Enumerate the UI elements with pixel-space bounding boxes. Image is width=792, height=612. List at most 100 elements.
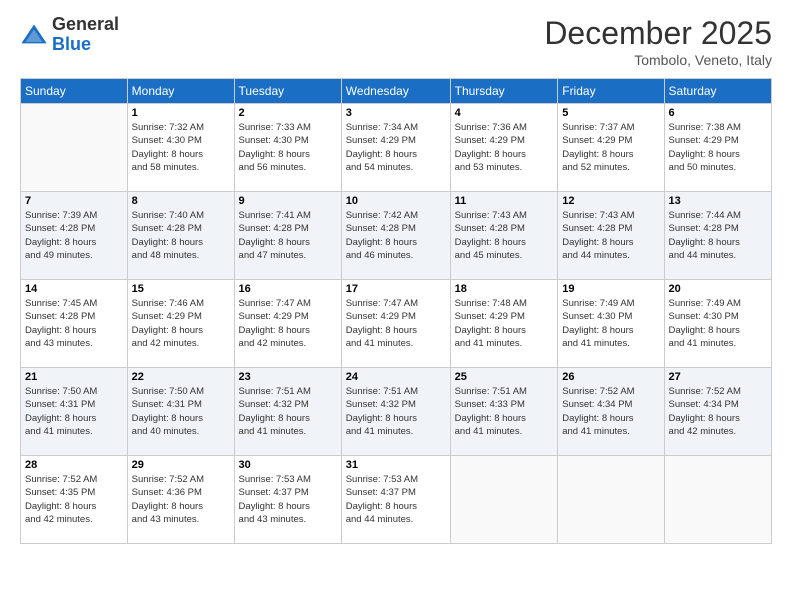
- day-number: 27: [669, 371, 767, 383]
- day-info: Sunrise: 7:51 AMSunset: 4:33 PMDaylight:…: [455, 385, 554, 438]
- calendar-cell: 10 Sunrise: 7:42 AMSunset: 4:28 PMDayligh…: [341, 192, 450, 280]
- day-info: Sunrise: 7:49 AMSunset: 4:30 PMDaylight:…: [669, 297, 767, 350]
- day-info: Sunrise: 7:48 AMSunset: 4:29 PMDaylight:…: [455, 297, 554, 350]
- day-number: 28: [25, 459, 123, 471]
- header: General Blue December 2025 Tombolo, Vene…: [20, 15, 772, 68]
- day-info: Sunrise: 7:41 AMSunset: 4:28 PMDaylight:…: [239, 209, 337, 262]
- calendar-week-4: 21 Sunrise: 7:50 AMSunset: 4:31 PMDayligh…: [21, 368, 772, 456]
- weekday-header-friday: Friday: [558, 79, 664, 104]
- day-info: Sunrise: 7:43 AMSunset: 4:28 PMDaylight:…: [455, 209, 554, 262]
- day-number: 12: [562, 195, 659, 207]
- calendar-cell: 13 Sunrise: 7:44 AMSunset: 4:28 PMDayligh…: [664, 192, 771, 280]
- location: Tombolo, Veneto, Italy: [544, 52, 772, 68]
- day-info: Sunrise: 7:46 AMSunset: 4:29 PMDaylight:…: [132, 297, 230, 350]
- day-number: 7: [25, 195, 123, 207]
- calendar-cell: 9 Sunrise: 7:41 AMSunset: 4:28 PMDaylight…: [234, 192, 341, 280]
- month-title: December 2025: [544, 15, 772, 52]
- calendar-cell: 22Sunrise: 7:50 AMSunset: 4:31 PMDayligh…: [127, 368, 234, 456]
- calendar-cell: 30Sunrise: 7:53 AMSunset: 4:37 PMDayligh…: [234, 456, 341, 544]
- day-info: Sunrise: 7:53 AMSunset: 4:37 PMDaylight:…: [346, 473, 446, 526]
- day-number: 2: [239, 107, 337, 119]
- day-info: Sunrise: 7:42 AMSunset: 4:28 PMDaylight:…: [346, 209, 446, 262]
- calendar-cell: 23 Sunrise: 7:51 AMSunset: 4:32 PMDayligh…: [234, 368, 341, 456]
- calendar-cell: 27 Sunrise: 7:52 AMSunset: 4:34 PMDayligh…: [664, 368, 771, 456]
- day-info: Sunrise: 7:52 AMSunset: 4:35 PMDaylight:…: [25, 473, 123, 526]
- day-number: 16: [239, 283, 337, 295]
- logo-icon: [20, 21, 48, 49]
- calendar-week-3: 14Sunrise: 7:45 AMSunset: 4:28 PMDayligh…: [21, 280, 772, 368]
- day-info: Sunrise: 7:37 AMSunset: 4:29 PMDaylight:…: [562, 121, 659, 174]
- day-info: Sunrise: 7:49 AMSunset: 4:30 PMDaylight:…: [562, 297, 659, 350]
- day-number: 26: [562, 371, 659, 383]
- day-number: 6: [669, 107, 767, 119]
- day-number: 29: [132, 459, 230, 471]
- calendar-cell: 25Sunrise: 7:51 AMSunset: 4:33 PMDayligh…: [450, 368, 558, 456]
- calendar-cell: [558, 456, 664, 544]
- calendar-week-2: 7 Sunrise: 7:39 AMSunset: 4:28 PMDaylight…: [21, 192, 772, 280]
- day-info: Sunrise: 7:33 AMSunset: 4:30 PMDaylight:…: [239, 121, 337, 174]
- calendar-cell: 26Sunrise: 7:52 AMSunset: 4:34 PMDayligh…: [558, 368, 664, 456]
- calendar-cell: 6Sunrise: 7:38 AMSunset: 4:29 PMDaylight…: [664, 104, 771, 192]
- calendar-cell: [21, 104, 128, 192]
- day-info: Sunrise: 7:47 AMSunset: 4:29 PMDaylight:…: [346, 297, 446, 350]
- day-info: Sunrise: 7:32 AMSunset: 4:30 PMDaylight:…: [132, 121, 230, 174]
- day-info: Sunrise: 7:53 AMSunset: 4:37 PMDaylight:…: [239, 473, 337, 526]
- day-number: 14: [25, 283, 123, 295]
- day-number: 5: [562, 107, 659, 119]
- day-info: Sunrise: 7:36 AMSunset: 4:29 PMDaylight:…: [455, 121, 554, 174]
- day-number: 3: [346, 107, 446, 119]
- day-number: 9: [239, 195, 337, 207]
- calendar-cell: 2 Sunrise: 7:33 AMSunset: 4:30 PMDaylight…: [234, 104, 341, 192]
- day-info: Sunrise: 7:44 AMSunset: 4:28 PMDaylight:…: [669, 209, 767, 262]
- calendar-cell: 20 Sunrise: 7:49 AMSunset: 4:30 PMDayligh…: [664, 280, 771, 368]
- day-number: 8: [132, 195, 230, 207]
- logo: General Blue: [20, 15, 119, 55]
- calendar-week-1: 1Sunrise: 7:32 AMSunset: 4:30 PMDaylight…: [21, 104, 772, 192]
- day-number: 17: [346, 283, 446, 295]
- day-info: Sunrise: 7:50 AMSunset: 4:31 PMDaylight:…: [132, 385, 230, 438]
- day-info: Sunrise: 7:51 AMSunset: 4:32 PMDaylight:…: [239, 385, 337, 438]
- calendar-cell: 7 Sunrise: 7:39 AMSunset: 4:28 PMDaylight…: [21, 192, 128, 280]
- weekday-header-wednesday: Wednesday: [341, 79, 450, 104]
- logo-blue: Blue: [52, 35, 119, 55]
- calendar-cell: 4 Sunrise: 7:36 AMSunset: 4:29 PMDaylight…: [450, 104, 558, 192]
- day-number: 13: [669, 195, 767, 207]
- calendar-cell: 31 Sunrise: 7:53 AMSunset: 4:37 PMDayligh…: [341, 456, 450, 544]
- day-number: 11: [455, 195, 554, 207]
- weekday-header-tuesday: Tuesday: [234, 79, 341, 104]
- calendar-header: SundayMondayTuesdayWednesdayThursdayFrid…: [21, 79, 772, 104]
- calendar-cell: 3 Sunrise: 7:34 AMSunset: 4:29 PMDaylight…: [341, 104, 450, 192]
- weekday-header-monday: Monday: [127, 79, 234, 104]
- calendar-table: SundayMondayTuesdayWednesdayThursdayFrid…: [20, 78, 772, 544]
- day-number: 20: [669, 283, 767, 295]
- day-info: Sunrise: 7:34 AMSunset: 4:29 PMDaylight:…: [346, 121, 446, 174]
- day-info: Sunrise: 7:50 AMSunset: 4:31 PMDaylight:…: [25, 385, 123, 438]
- day-info: Sunrise: 7:43 AMSunset: 4:28 PMDaylight:…: [562, 209, 659, 262]
- day-number: 10: [346, 195, 446, 207]
- calendar-cell: 19Sunrise: 7:49 AMSunset: 4:30 PMDayligh…: [558, 280, 664, 368]
- logo-text: General Blue: [52, 15, 119, 55]
- title-section: December 2025 Tombolo, Veneto, Italy: [544, 15, 772, 68]
- weekday-header-sunday: Sunday: [21, 79, 128, 104]
- calendar-cell: 8 Sunrise: 7:40 AMSunset: 4:28 PMDaylight…: [127, 192, 234, 280]
- calendar-cell: 28 Sunrise: 7:52 AMSunset: 4:35 PMDayligh…: [21, 456, 128, 544]
- day-number: 23: [239, 371, 337, 383]
- calendar-cell: [450, 456, 558, 544]
- calendar-cell: 14Sunrise: 7:45 AMSunset: 4:28 PMDayligh…: [21, 280, 128, 368]
- calendar-cell: 17 Sunrise: 7:47 AMSunset: 4:29 PMDayligh…: [341, 280, 450, 368]
- day-info: Sunrise: 7:47 AMSunset: 4:29 PMDaylight:…: [239, 297, 337, 350]
- day-info: Sunrise: 7:39 AMSunset: 4:28 PMDaylight:…: [25, 209, 123, 262]
- day-number: 21: [25, 371, 123, 383]
- calendar-cell: 12 Sunrise: 7:43 AMSunset: 4:28 PMDayligh…: [558, 192, 664, 280]
- calendar-cell: [664, 456, 771, 544]
- weekday-header-row: SundayMondayTuesdayWednesdayThursdayFrid…: [21, 79, 772, 104]
- day-number: 24: [346, 371, 446, 383]
- calendar-cell: 11 Sunrise: 7:43 AMSunset: 4:28 PMDayligh…: [450, 192, 558, 280]
- day-info: Sunrise: 7:40 AMSunset: 4:28 PMDaylight:…: [132, 209, 230, 262]
- day-number: 4: [455, 107, 554, 119]
- day-info: Sunrise: 7:52 AMSunset: 4:34 PMDaylight:…: [669, 385, 767, 438]
- calendar-cell: 15Sunrise: 7:46 AMSunset: 4:29 PMDayligh…: [127, 280, 234, 368]
- calendar-cell: 21 Sunrise: 7:50 AMSunset: 4:31 PMDayligh…: [21, 368, 128, 456]
- calendar-week-5: 28 Sunrise: 7:52 AMSunset: 4:35 PMDayligh…: [21, 456, 772, 544]
- day-number: 31: [346, 459, 446, 471]
